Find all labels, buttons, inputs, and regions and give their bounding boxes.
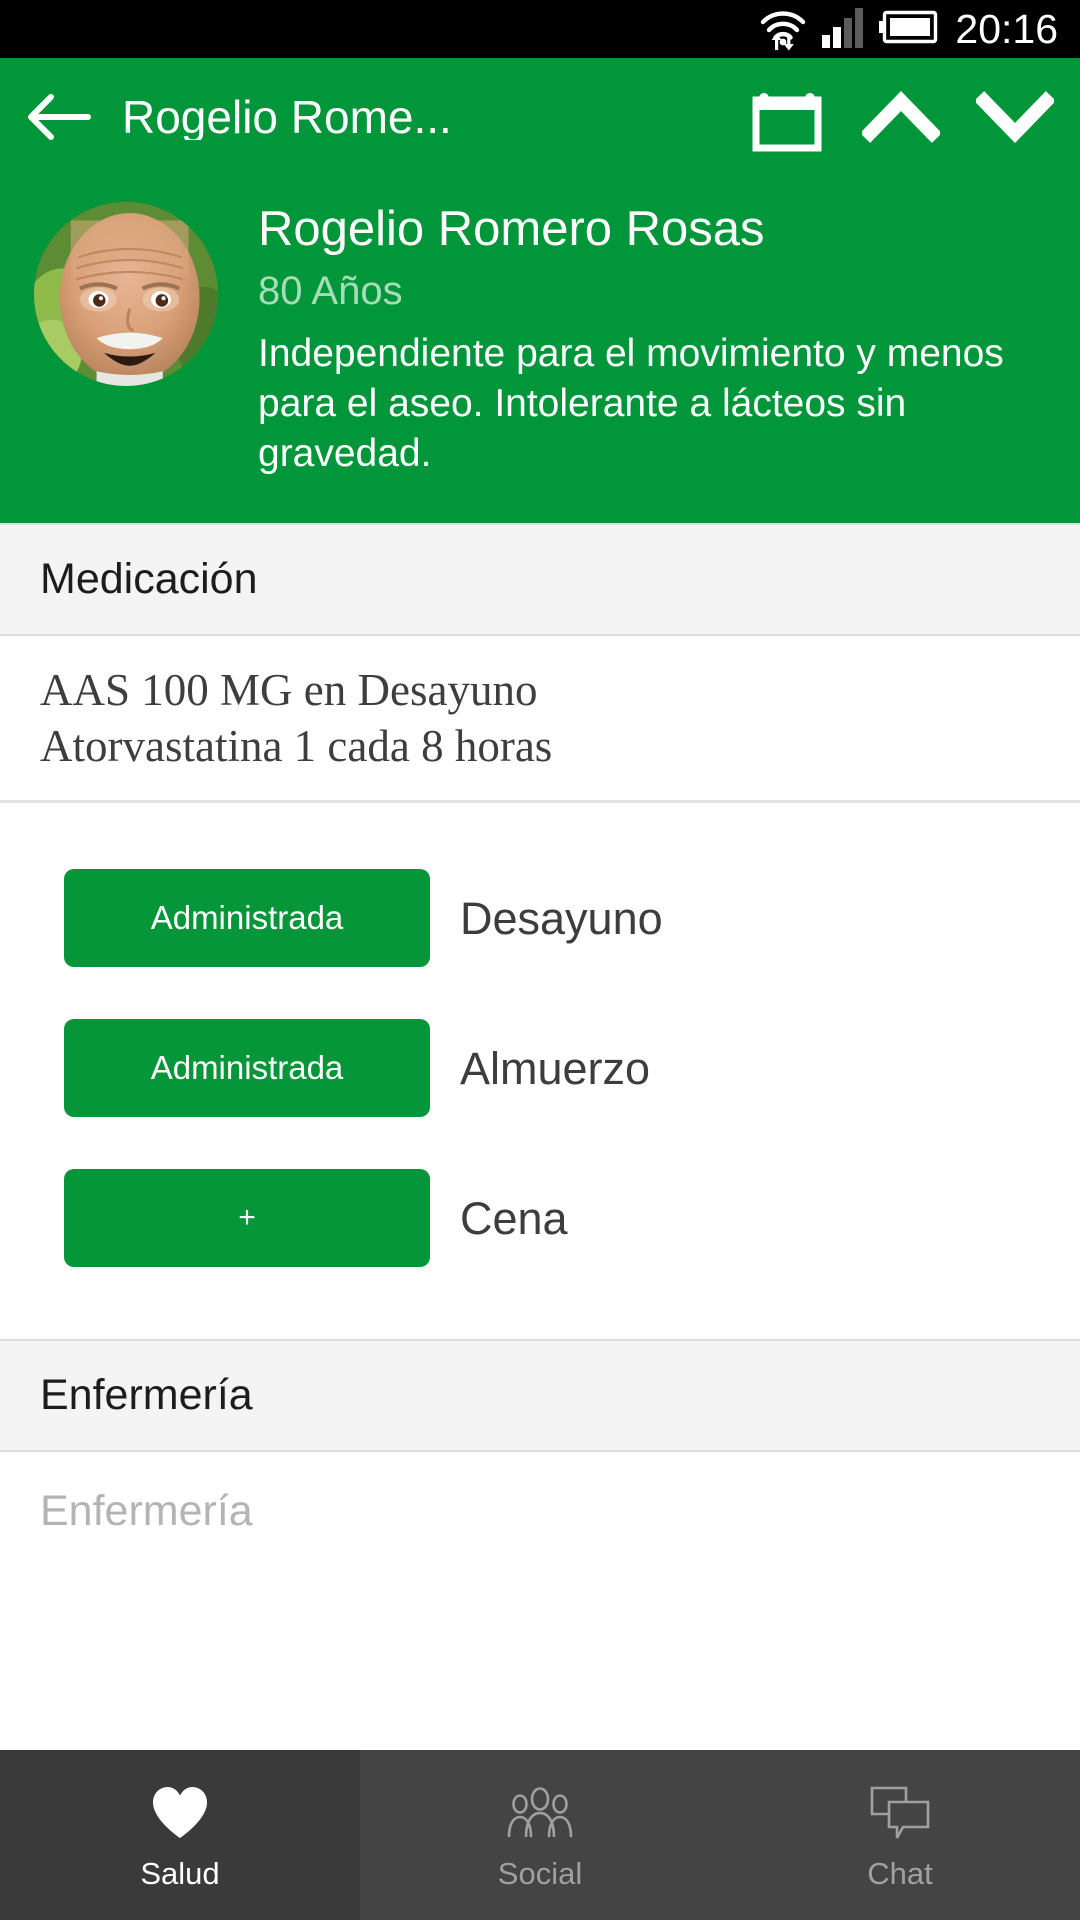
dose-meal-label: Almuerzo	[460, 1042, 651, 1094]
app-bar: Rogelio Rome...	[0, 58, 1080, 176]
list-item: Atorvastatina 1 cada 8 horas	[40, 720, 553, 771]
nav-tab-label: Salud	[140, 1855, 220, 1891]
patient-age: 80 Años	[258, 268, 403, 313]
list-item: AAS 100 MG en Desayuno	[40, 664, 538, 715]
dose-meal-label: Cena	[460, 1192, 568, 1244]
content-spacer	[0, 1571, 1080, 1750]
app-screen: 20:16 Rogelio Rome... Rogelio Romero Ros…	[0, 0, 1080, 1920]
table-row: Administrada Desayuno	[0, 869, 1080, 968]
status-bar-clock: 20:16	[955, 5, 1058, 52]
status-bar: 20:16	[0, 0, 1080, 58]
nav-tab-label: Chat	[867, 1855, 933, 1891]
heart-icon	[150, 1782, 210, 1844]
medication-dose-list: Administrada Desayuno Administrada Almue…	[0, 803, 1080, 1340]
arrow-left-icon[interactable]	[22, 80, 96, 154]
patient-info: Rogelio Romero Rosas 80 Años Independien…	[258, 202, 1052, 479]
status-bar-icons	[757, 3, 941, 56]
battery-icon	[879, 8, 941, 51]
app-bar-actions	[748, 78, 1054, 156]
nav-tab-label: Social	[497, 1855, 583, 1891]
people-group-icon	[505, 1782, 575, 1844]
chevron-up-icon[interactable]	[862, 78, 940, 156]
nursing-notes-field[interactable]: Enfermería	[0, 1452, 1080, 1572]
bottom-navigation: Salud Social Chat	[0, 1750, 1080, 1920]
chevron-down-icon[interactable]	[976, 78, 1054, 156]
patient-note: Independiente para el movimiento y menos…	[258, 331, 1004, 475]
section-header-nursing: Enfermería	[0, 1339, 1080, 1453]
calendar-icon[interactable]	[748, 78, 826, 156]
page-title: Rogelio Rome...	[122, 94, 452, 140]
dose-add-button-cena[interactable]: +	[64, 1169, 430, 1268]
nav-tab-salud[interactable]: Salud	[0, 1750, 360, 1920]
patient-profile-header: Rogelio Romero Rosas 80 Años Independien…	[0, 176, 1080, 523]
cellular-signal-icon	[821, 5, 867, 54]
avatar[interactable]	[34, 202, 218, 386]
section-header-medication: Medicación	[0, 522, 1080, 636]
nav-tab-chat[interactable]: Chat	[720, 1750, 1080, 1920]
dose-status-button-almuerzo[interactable]: Administrada	[64, 1019, 430, 1118]
nav-tab-social[interactable]: Social	[360, 1750, 720, 1920]
dose-meal-label: Desayuno	[460, 892, 663, 944]
patient-name: Rogelio Romero Rosas	[258, 202, 765, 256]
dose-status-button-desayuno[interactable]: Administrada	[64, 869, 430, 968]
nursing-notes-placeholder: Enfermería	[40, 1487, 253, 1536]
medication-prescription-list[interactable]: AAS 100 MG en Desayuno Atorvastatina 1 c…	[0, 635, 1080, 804]
table-row: Administrada Almuerzo	[0, 1019, 1080, 1118]
table-row: + Cena	[0, 1169, 1080, 1268]
wifi-transfer-icon	[757, 3, 809, 56]
chat-bubbles-icon	[867, 1782, 933, 1844]
